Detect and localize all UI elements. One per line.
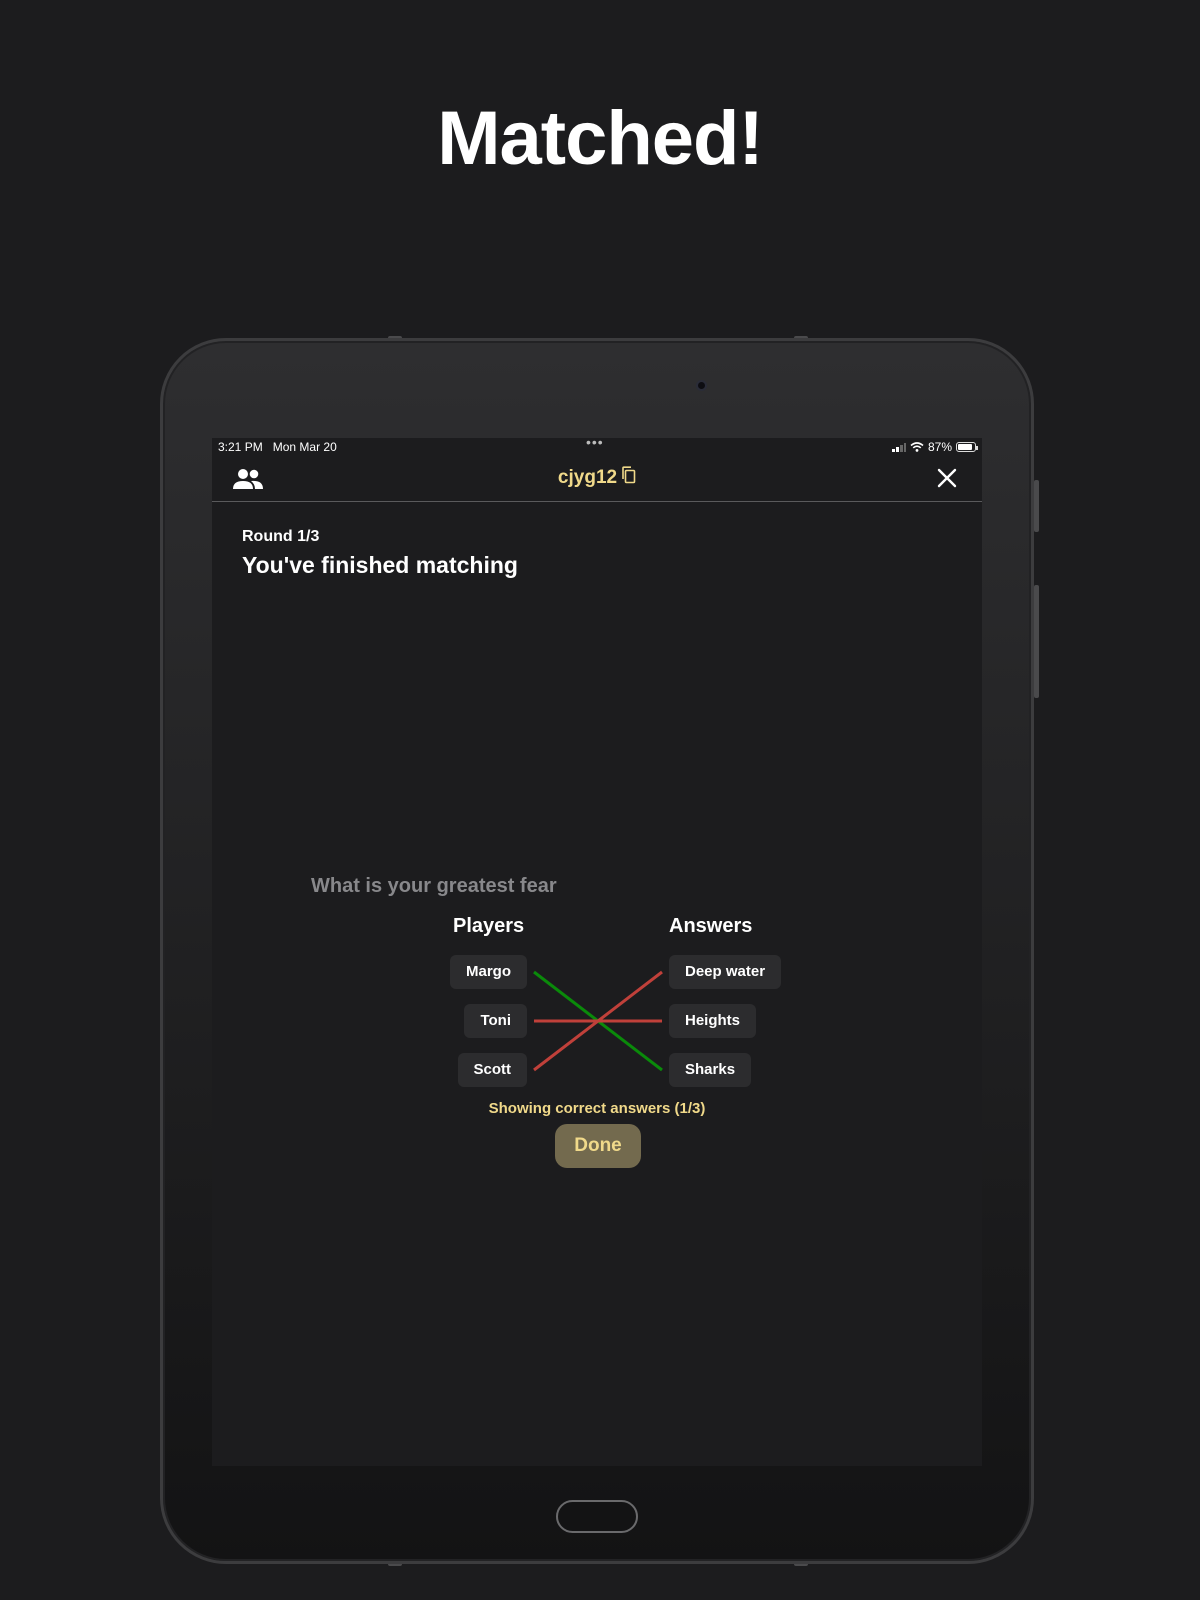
status-date: Mon Mar 20: [272, 440, 337, 454]
status-title: You've finished matching: [242, 552, 518, 578]
player-chip-toni[interactable]: Toni: [464, 1004, 527, 1038]
correct-answers-note: Showing correct answers (1/3): [488, 1100, 706, 1117]
match-line-scott-incorrect: [533, 970, 663, 1072]
status-indicators: 87%: [891, 440, 978, 454]
match-lines: [533, 970, 663, 1072]
round-label: Round 1/3: [242, 528, 320, 545]
side-button-lower: [1034, 585, 1039, 698]
player-chip-scott[interactable]: Scott: [457, 1053, 527, 1087]
home-button[interactable]: [556, 1500, 638, 1533]
done-button[interactable]: Done: [555, 1124, 641, 1168]
answers-header: Answers: [669, 915, 753, 937]
close-icon[interactable]: [934, 465, 960, 491]
answer-chip-deep-water[interactable]: Deep water: [669, 955, 782, 989]
copy-icon[interactable]: [621, 466, 636, 484]
status-bar: 3:21 PM Mon Mar 20 ••• 87%: [212, 438, 982, 456]
side-button-upper: [1034, 480, 1039, 532]
answer-chip-heights[interactable]: Heights: [669, 1004, 757, 1038]
players-header: Players: [453, 915, 525, 937]
headline: Matched!: [437, 96, 764, 181]
room-code-group: cjyg12: [212, 466, 982, 489]
status-time-date: 3:21 PM Mon Mar 20: [218, 440, 337, 454]
battery-fill: [958, 444, 972, 450]
question-text: What is your greatest fear: [311, 875, 557, 897]
multitasking-dots-icon[interactable]: •••: [586, 438, 604, 450]
match-line-margo-correct: [533, 970, 663, 1072]
room-code[interactable]: cjyg12: [558, 467, 617, 488]
nav-bar: cjyg12: [212, 456, 982, 502]
status-time: 3:21 PM: [218, 440, 263, 454]
answer-chip-sharks[interactable]: Sharks: [669, 1053, 752, 1087]
wifi-icon: [910, 442, 924, 452]
player-chip-margo[interactable]: Margo: [450, 955, 527, 989]
cellular-icon: [891, 442, 906, 452]
battery-icon: [956, 442, 978, 452]
app-screen: 3:21 PM Mon Mar 20 ••• 87% cjyg12 Round …: [212, 438, 982, 1466]
battery-percent: 87%: [927, 440, 952, 454]
front-camera: [696, 380, 707, 391]
